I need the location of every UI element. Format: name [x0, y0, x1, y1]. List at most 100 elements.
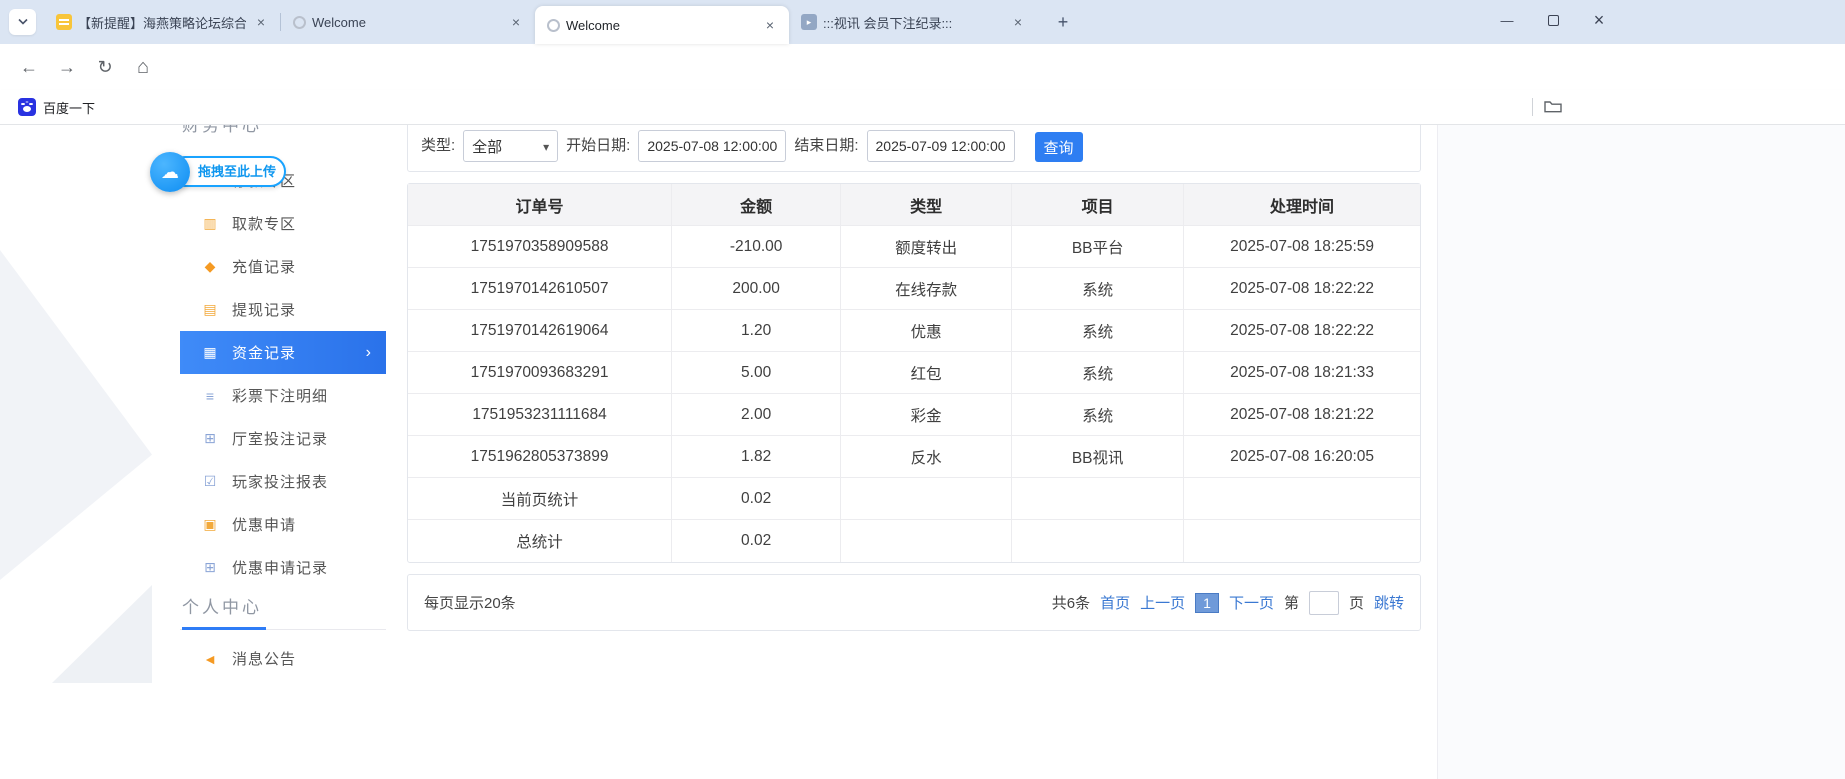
close-tab-icon[interactable]: ×	[1009, 13, 1027, 31]
pagination-footer: 每页显示20条 共6条 首页 上一页 1 下一页 第 页 跳转	[407, 574, 1421, 631]
close-tab-icon[interactable]: ×	[507, 13, 525, 31]
page-right-margin	[1437, 125, 1845, 779]
cell-amount: 200.00	[672, 268, 841, 309]
sidebar-item-announcements[interactable]: 消息公告	[180, 637, 386, 680]
sidebar-item-label: 彩票下注明细	[232, 385, 328, 406]
col-header-project: 项目	[1012, 184, 1184, 225]
type-label: 类型:	[421, 130, 455, 162]
forum-favicon-icon	[56, 14, 72, 30]
table-row: 1751953231111684 2.00 彩金 系统 2025-07-08 1…	[408, 394, 1420, 436]
close-tab-icon[interactable]: ×	[252, 13, 270, 31]
sidebar-item-label: 优惠申请	[232, 514, 296, 535]
cell-project: 系统	[1012, 352, 1184, 393]
player-report-icon	[202, 473, 219, 490]
close-window-button[interactable]	[1576, 0, 1622, 40]
minimize-button[interactable]	[1484, 0, 1530, 40]
tab-video-records[interactable]: :::视讯 会员下注纪录::: ×	[789, 0, 1037, 44]
cell-summary-label: 当前页统计	[408, 478, 672, 519]
new-tab-button[interactable]	[1049, 8, 1077, 36]
promo-record-icon	[202, 559, 219, 576]
sidebar-bottom: 消息公告	[180, 637, 386, 680]
sidebar-item-label: 取款专区	[232, 213, 296, 234]
cell-time: 2025-07-08 16:20:05	[1184, 436, 1420, 477]
next-page-link[interactable]: 下一页	[1229, 592, 1274, 613]
cell-order-no: 1751953231111684	[408, 394, 672, 435]
baidu-favicon-icon	[18, 98, 36, 116]
jump-page-input[interactable]	[1309, 591, 1339, 615]
forward-button[interactable]	[50, 51, 84, 83]
type-select-value: 全部	[472, 136, 502, 157]
tab-search-button[interactable]	[9, 9, 36, 35]
jump-button[interactable]: 跳转	[1374, 592, 1404, 613]
sidebar-item-cashout-records[interactable]: 提现记录	[180, 288, 386, 331]
sidebar-item-withdraw-zone[interactable]: 取款专区	[180, 202, 386, 245]
hall-bet-icon	[202, 430, 219, 447]
sidebar-item-recharge-records[interactable]: 充值记录	[180, 245, 386, 288]
cell-project: 系统	[1012, 394, 1184, 435]
cell-type: 红包	[841, 352, 1012, 393]
cell-type: 额度转出	[841, 226, 1012, 267]
bookmark-baidu[interactable]: 百度一下	[10, 94, 103, 120]
tab-list: 【新提醒】海燕策略论坛综合交 × Welcome × Welcome × :::…	[44, 0, 1077, 44]
decorative-triangle	[0, 250, 152, 580]
main-content: 类型: 全部 开始日期: 结束日期: 查询 订单号 金额 类型 项目 处理时	[407, 125, 1421, 779]
sidebar-item-promo-records[interactable]: 优惠申请记录	[180, 546, 386, 589]
cell-amount: 1.20	[672, 310, 841, 351]
tab-welcome-1[interactable]: Welcome ×	[281, 0, 535, 44]
sidebar-section-finance: 财务中心	[182, 125, 262, 136]
col-header-amount: 金额	[672, 184, 841, 225]
tab-title: Welcome	[566, 18, 755, 33]
sidebar-item-promo-apply[interactable]: 优惠申请	[180, 503, 386, 546]
cell-project: BB平台	[1012, 226, 1184, 267]
bookmarks-folder-icon[interactable]	[1544, 99, 1562, 118]
chevron-down-icon	[17, 18, 29, 26]
cell-empty	[841, 520, 1012, 562]
chevron-right-icon	[366, 344, 372, 362]
total-count: 共6条	[1052, 592, 1090, 613]
prev-page-link[interactable]: 上一页	[1140, 592, 1185, 613]
cell-type: 在线存款	[841, 268, 1012, 309]
table-header-row: 订单号 金额 类型 项目 处理时间	[408, 184, 1420, 226]
globe-favicon-icon	[547, 19, 560, 32]
cell-time: 2025-07-08 18:22:22	[1184, 268, 1420, 309]
search-button[interactable]: 查询	[1035, 132, 1083, 162]
sidebar-menu: 存款专区 取款专区 充值记录 提现记录 资金记录	[180, 159, 386, 589]
bookmark-bar: 百度一下	[0, 90, 1845, 125]
cell-type: 彩金	[841, 394, 1012, 435]
cell-amount: 5.00	[672, 352, 841, 393]
sidebar-item-player-bet-report[interactable]: 玩家投注报表	[180, 460, 386, 503]
end-date-label: 结束日期:	[794, 130, 858, 162]
current-page-badge: 1	[1195, 593, 1219, 613]
sidebar-item-fund-records[interactable]: 资金记录	[180, 331, 386, 374]
cell-empty	[1184, 478, 1420, 519]
section-divider-accent	[182, 627, 266, 630]
cell-summary-amount: 0.02	[672, 520, 841, 562]
maximize-icon	[1548, 15, 1559, 26]
table-row: 1751962805373899 1.82 反水 BB视讯 2025-07-08…	[408, 436, 1420, 478]
sidebar-item-hall-bet-records[interactable]: 厅室投注记录	[180, 417, 386, 460]
video-favicon-icon	[801, 14, 817, 30]
close-tab-icon[interactable]: ×	[761, 16, 779, 34]
maximize-button[interactable]	[1530, 0, 1576, 40]
start-date-input[interactable]	[638, 130, 786, 162]
recharge-icon	[202, 258, 219, 275]
table-row: 1751970358909588 -210.00 额度转出 BB平台 2025-…	[408, 226, 1420, 268]
decorative-triangle	[52, 585, 152, 683]
window-controls	[1484, 0, 1622, 40]
end-date-input[interactable]	[867, 130, 1015, 162]
drag-upload-badge[interactable]: 拖拽至此上传	[150, 152, 290, 192]
first-page-link[interactable]: 首页	[1100, 592, 1130, 613]
home-button[interactable]	[126, 51, 160, 83]
per-page-text: 每页显示20条	[424, 592, 516, 613]
sidebar-item-label: 玩家投注报表	[232, 471, 328, 492]
tab-forum[interactable]: 【新提醒】海燕策略论坛综合交 ×	[44, 0, 280, 44]
reload-button[interactable]	[88, 51, 122, 83]
back-button[interactable]	[12, 51, 46, 83]
funds-icon	[202, 344, 219, 361]
sidebar-item-lottery-bet-details[interactable]: 彩票下注明细	[180, 374, 386, 417]
cell-time: 2025-07-08 18:21:33	[1184, 352, 1420, 393]
table-summary-row: 当前页统计 0.02	[408, 478, 1420, 520]
tab-welcome-active[interactable]: Welcome ×	[535, 6, 789, 44]
sidebar-item-label: 提现记录	[232, 299, 296, 320]
type-select[interactable]: 全部	[463, 130, 558, 162]
